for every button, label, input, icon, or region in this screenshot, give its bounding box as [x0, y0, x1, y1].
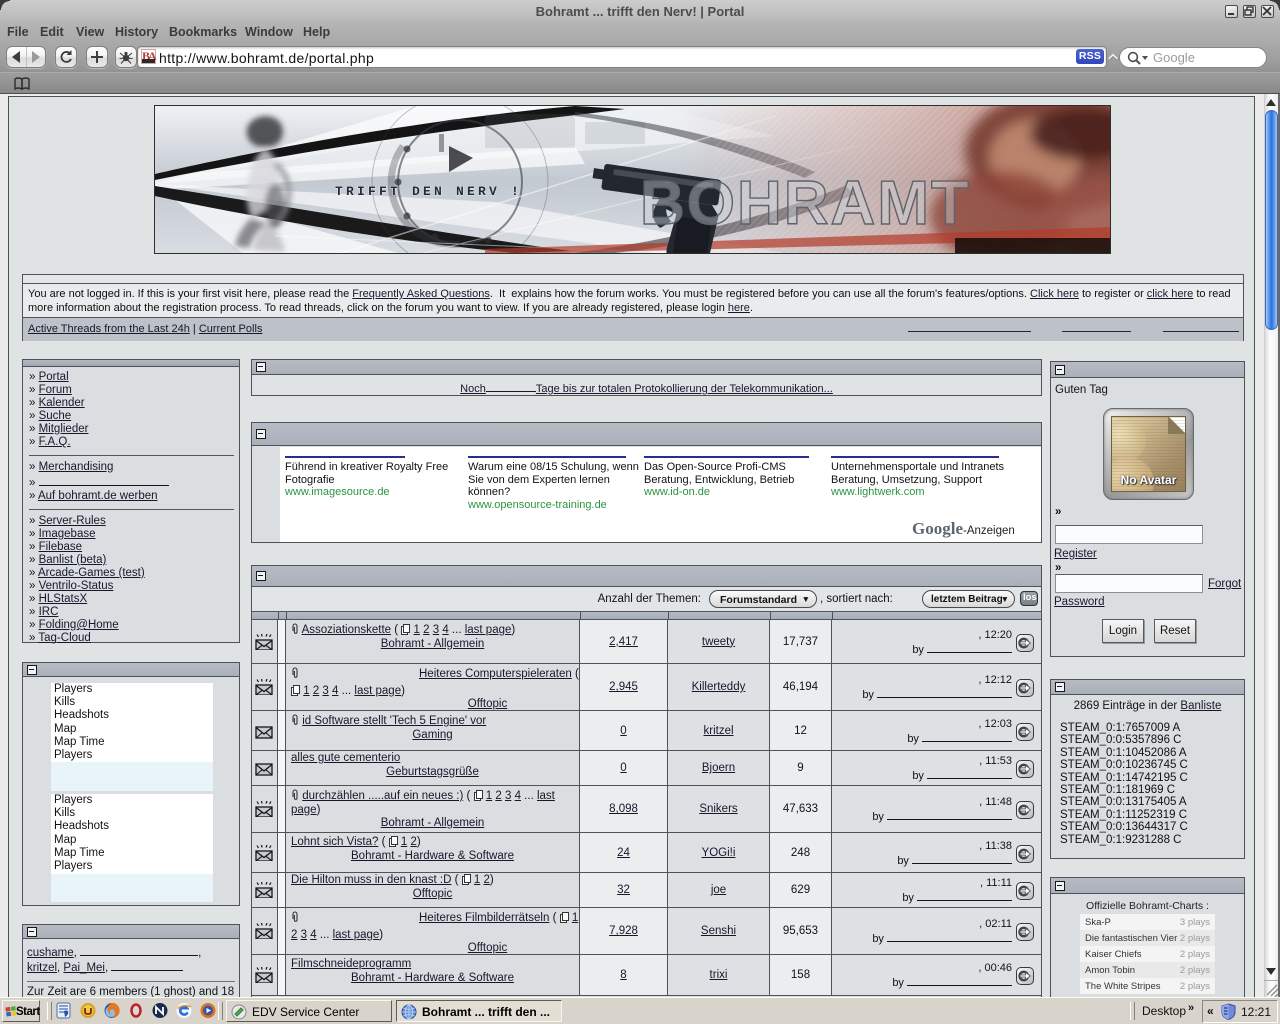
svg-text:TRIFFT DEN NERV !: TRIFFT DEN NERV !	[335, 184, 522, 199]
svg-text:BOHRAMT: BOHRAMT	[640, 169, 971, 238]
